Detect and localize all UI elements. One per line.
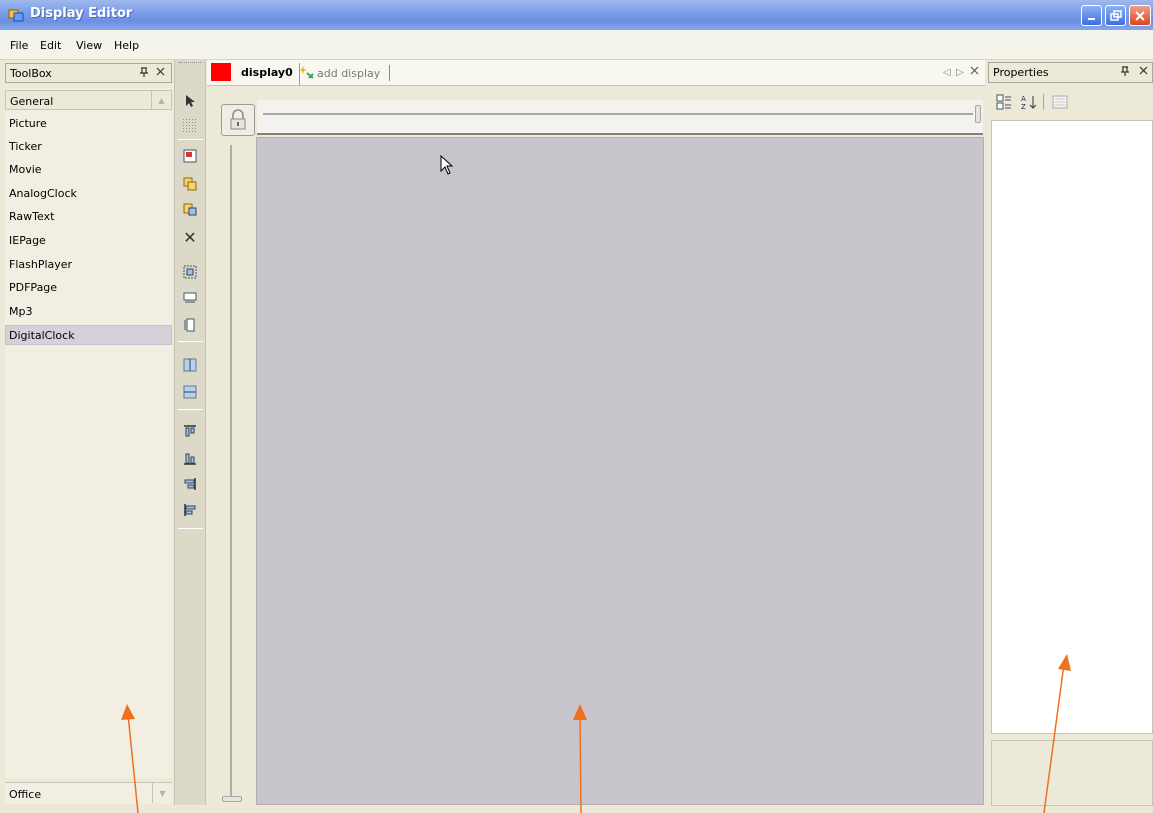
window-title: Display Editor — [30, 6, 133, 21]
property-grid[interactable] — [991, 120, 1153, 734]
toolbox-item-rawtext[interactable]: RawText — [9, 210, 54, 223]
toolbar-separator — [178, 528, 203, 529]
toolbar-separator — [178, 139, 203, 140]
copy-icon[interactable] — [181, 175, 199, 193]
properties-toolbar: AZ — [988, 88, 1153, 116]
mouse-cursor-icon — [440, 155, 454, 175]
add-display-tab[interactable]: add display — [317, 67, 380, 80]
property-pages-icon[interactable] — [1050, 92, 1070, 112]
align-bottom-icon[interactable] — [181, 450, 199, 468]
scroll-right-icon[interactable]: ▷ — [956, 67, 964, 78]
svg-text:Z: Z — [1021, 103, 1026, 110]
horizontal-ruler[interactable] — [257, 100, 983, 135]
toolbar-separator — [178, 341, 203, 342]
menu-edit[interactable]: Edit — [40, 39, 61, 52]
vertical-ruler[interactable] — [221, 137, 255, 804]
toolbar-separator — [178, 409, 203, 410]
categorized-icon[interactable] — [994, 92, 1014, 112]
minimize-icon — [1087, 17, 1095, 20]
pointer-icon[interactable] — [181, 92, 199, 110]
office-label: Office — [9, 788, 42, 801]
menu-bar: File Edit View Help — [0, 30, 1153, 60]
toolbox-item-pdfpage[interactable]: PDFPage — [9, 281, 57, 294]
toolbox-item-picture[interactable]: Picture — [9, 117, 47, 130]
pin-icon[interactable] — [1120, 66, 1130, 80]
display-editor-window: Display Editor File Edit View Help ToolB… — [0, 0, 1153, 813]
delete-icon[interactable]: ✕ — [181, 228, 199, 247]
document-tab-strip: display0 add display ◁ ▷ — [207, 60, 985, 86]
toolbox-list: General ▲ Picture Ticker Movie AnalogClo… — [5, 88, 172, 778]
scroll-left-icon[interactable]: ◁ — [943, 67, 951, 78]
align-center-vertical-icon[interactable] — [181, 383, 199, 401]
restore-button[interactable] — [1105, 5, 1126, 26]
bring-to-front-icon[interactable] — [181, 147, 199, 165]
align-top-icon[interactable] — [181, 422, 199, 440]
tab-display0[interactable]: display0 — [211, 63, 300, 85]
pin-icon[interactable] — [139, 67, 149, 81]
lock-icon — [230, 109, 246, 130]
align-left-icon[interactable] — [181, 501, 199, 519]
toolbox-item-flashplayer[interactable]: FlashPlayer — [9, 258, 72, 271]
menu-help[interactable]: Help — [114, 39, 139, 52]
annotation-arrow-toolbox — [121, 704, 139, 813]
app-window-icon — [8, 9, 24, 22]
tab-divider — [389, 65, 390, 81]
svg-text:A: A — [1021, 95, 1026, 103]
close-icon — [1135, 10, 1145, 21]
layout-toolbar: ✕ — [174, 60, 206, 805]
menu-file[interactable]: File — [10, 39, 28, 52]
toolbar-grip[interactable] — [179, 62, 201, 65]
display-design-surface[interactable] — [256, 137, 984, 805]
toolbox-title: ToolBox — [10, 67, 52, 80]
align-center-horizontal-icon[interactable] — [181, 356, 199, 374]
toolbox-item-movie[interactable]: Movie — [9, 163, 42, 176]
close-icon[interactable] — [1139, 66, 1148, 78]
ruler-handle[interactable] — [222, 796, 242, 802]
toolbar-separator — [1043, 94, 1044, 110]
restore-icon — [1109, 9, 1122, 21]
close-button[interactable] — [1129, 5, 1151, 26]
align-right-icon[interactable] — [181, 475, 199, 493]
properties-title: Properties — [993, 66, 1049, 79]
close-icon[interactable] — [156, 67, 165, 79]
lock-button[interactable] — [221, 104, 255, 136]
ruler-handle[interactable] — [975, 105, 981, 123]
toolbox-item-ticker[interactable]: Ticker — [9, 140, 42, 153]
toolbox-item-mp3[interactable]: Mp3 — [9, 305, 32, 318]
center-icon[interactable] — [181, 263, 199, 281]
minimize-button[interactable] — [1081, 5, 1102, 26]
scroll-down-icon[interactable]: ▼ — [152, 783, 172, 803]
title-bar[interactable]: Display Editor — [0, 0, 1153, 30]
ruler-track — [230, 145, 232, 800]
toolbox-category-general[interactable]: General ▲ — [5, 90, 172, 110]
close-tab-icon[interactable] — [970, 65, 979, 78]
annotation-arrow-properties — [1043, 654, 1071, 813]
stretch-horizontal-icon[interactable] — [181, 288, 199, 306]
category-label: General — [10, 95, 54, 108]
grid-icon[interactable] — [181, 117, 199, 135]
alphabetical-sort-icon[interactable]: AZ — [1019, 92, 1039, 112]
properties-header: Properties — [988, 62, 1153, 83]
annotation-arrow-canvas — [573, 704, 587, 813]
scroll-up-icon[interactable]: ▲ — [151, 91, 171, 109]
add-display-icon[interactable] — [299, 64, 315, 83]
toolbox-item-digitalclock[interactable]: DigitalClock — [9, 329, 75, 342]
toolbox-item-analogclock[interactable]: AnalogClock — [9, 187, 77, 200]
toolbox-header: ToolBox — [5, 63, 172, 83]
toolbox-item-iepage[interactable]: IEPage — [9, 234, 46, 247]
paste-icon[interactable] — [181, 200, 199, 218]
ruler-track — [263, 113, 973, 115]
stretch-vertical-icon[interactable] — [181, 316, 199, 334]
menu-view[interactable]: View — [76, 39, 102, 52]
